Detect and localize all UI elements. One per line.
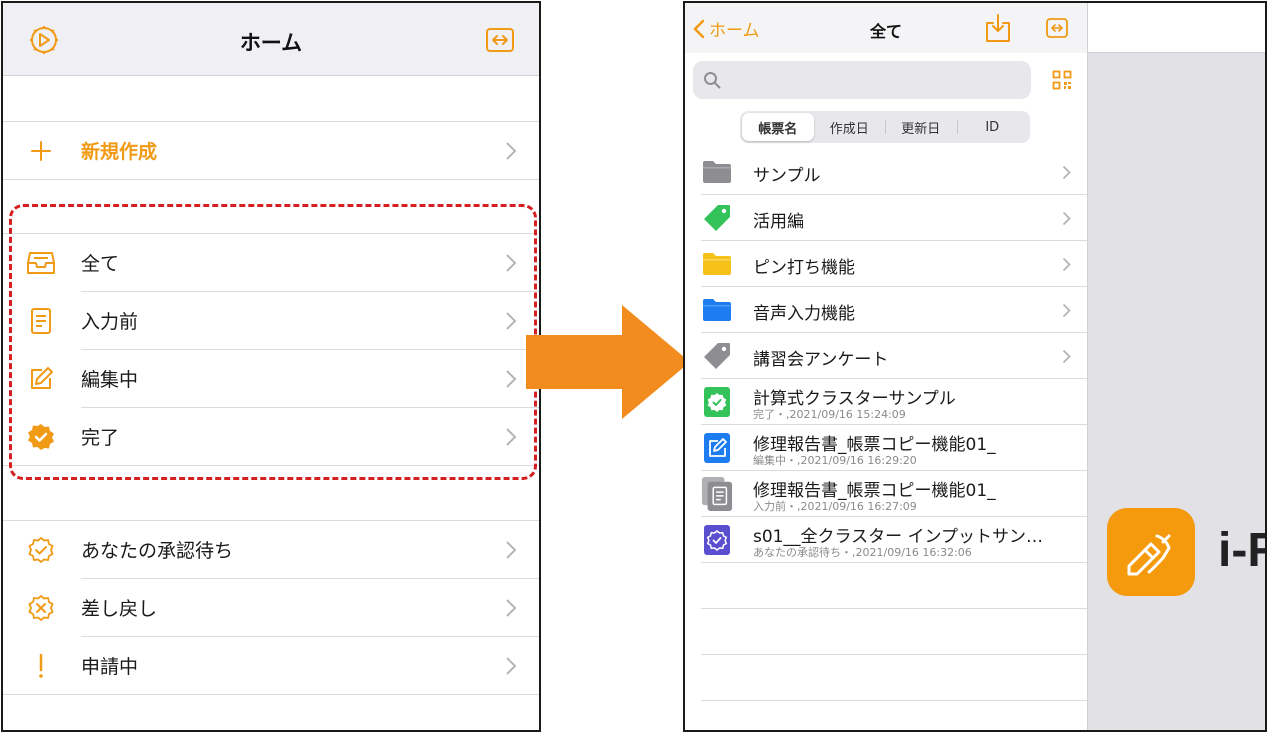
all-documents-panel: ホーム 全て 帳票名 作成日 更新日 ID サンプル 活用編 ピン打ち機能 音声… (683, 1, 1267, 732)
approval-item-label: 申請中 (81, 656, 139, 678)
status-item-all[interactable]: 全て (3, 234, 539, 292)
document-meta: 入力前・,2021/09/16 16:27:09 (753, 500, 917, 513)
segment-updated[interactable]: 更新日 (885, 113, 957, 141)
qr-code-icon[interactable] (1051, 69, 1073, 91)
app-name: i-R (1218, 524, 1265, 577)
detail-topbar (1088, 3, 1265, 53)
page-title: ホーム (239, 31, 303, 55)
check-badge-icon (25, 421, 57, 453)
segment-name[interactable]: 帳票名 (742, 113, 814, 141)
chevron-right-icon (1062, 211, 1071, 226)
chevron-right-icon (506, 428, 517, 446)
chevron-right-icon (1062, 349, 1071, 364)
divider (701, 562, 1087, 563)
plus-icon (25, 135, 57, 167)
approval-item-label: 差し戻し (81, 598, 158, 620)
edit-icon (25, 363, 57, 395)
folder-item[interactable]: 活用編 (701, 195, 1087, 241)
gray-tag-icon (701, 340, 733, 372)
folder-item[interactable]: サンプル (701, 149, 1087, 195)
folder-label: サンプル (753, 166, 821, 186)
right-arrow-icon (526, 305, 690, 419)
search-input[interactable] (693, 61, 1031, 99)
approval-item-returned[interactable]: 差し戻し (3, 579, 539, 637)
yellow-folder-icon (701, 248, 733, 280)
chevron-right-icon (506, 541, 517, 559)
home-navbar: ホーム (3, 3, 539, 76)
status-item-label: 完了 (81, 427, 120, 449)
divider (3, 694, 539, 695)
approval-item-awaiting[interactable]: あなたの承認待ち (3, 521, 539, 579)
chevron-right-icon (506, 254, 517, 272)
document-icon (25, 305, 57, 337)
search-icon (704, 72, 721, 89)
new-document-label: 新規作成 (81, 141, 158, 163)
expand-icon[interactable] (485, 27, 515, 53)
approval-doc-icon (701, 524, 733, 556)
status-item-label: 全て (81, 253, 120, 275)
home-panel: ホーム 新規作成 全て 入力前 編集中 完了 あなたの承認待ち 差し戻し 申請中 (1, 1, 541, 732)
document-item[interactable]: 修理報告書_帳票コピー機能01_ 入力前・,2021/09/16 16:27:0… (701, 471, 1087, 517)
folder-label: 活用編 (753, 212, 804, 232)
app-logo-icon (1107, 508, 1195, 596)
exclamation-icon (25, 650, 57, 682)
approval-item-applying[interactable]: 申請中 (3, 637, 539, 695)
gray-folder-icon (701, 156, 733, 188)
blue-folder-icon (701, 294, 733, 326)
chevron-right-icon (1062, 257, 1071, 272)
folder-label: 音声入力機能 (753, 304, 855, 324)
status-item-label: 編集中 (81, 369, 139, 391)
folder-item[interactable]: ピン打ち機能 (701, 241, 1087, 287)
divider (701, 608, 1087, 609)
status-item-before-input[interactable]: 入力前 (3, 292, 539, 350)
chevron-right-icon (1062, 165, 1071, 180)
folder-item[interactable]: 講習会アンケート (701, 333, 1087, 379)
chevron-right-icon (506, 657, 517, 675)
download-icon[interactable] (984, 13, 1012, 43)
divider (701, 654, 1087, 655)
segment-created[interactable]: 作成日 (814, 113, 886, 141)
chevron-right-icon (1062, 303, 1071, 318)
folder-item[interactable]: 音声入力機能 (701, 287, 1087, 333)
divider (3, 179, 539, 180)
inbox-icon (25, 247, 57, 279)
document-meta: 編集中・,2021/09/16 16:29:20 (753, 454, 917, 467)
status-item-editing[interactable]: 編集中 (3, 350, 539, 408)
list-navbar: ホーム 全て (685, 3, 1087, 53)
sort-segmented-control: 帳票名 作成日 更新日 ID (740, 111, 1030, 143)
check-seal-icon (25, 534, 57, 566)
status-item-label: 入力前 (81, 311, 139, 333)
folder-label: ピン打ち機能 (753, 258, 855, 278)
complete-doc-icon (701, 386, 733, 418)
document-meta: あなたの承認待ち・,2021/09/16 16:32:06 (753, 546, 972, 559)
chevron-right-icon (506, 312, 517, 330)
chevron-right-icon (506, 142, 517, 160)
document-item[interactable]: 修理報告書_帳票コピー機能01_ 編集中・,2021/09/16 16:29:2… (701, 425, 1087, 471)
status-item-complete[interactable]: 完了 (3, 408, 539, 466)
list-title: 全て (869, 22, 902, 41)
segment-id[interactable]: ID (956, 113, 1029, 141)
detail-pane: i-R (1087, 3, 1265, 730)
folder-label: 講習会アンケート (753, 350, 889, 370)
approval-item-label: あなたの承認待ち (81, 540, 234, 562)
document-meta: 完了・,2021/09/16 15:24:09 (753, 408, 906, 421)
new-document-row[interactable]: 新規作成 (3, 122, 539, 180)
x-seal-icon (25, 592, 57, 624)
document-list-pane: ホーム 全て 帳票名 作成日 更新日 ID サンプル 活用編 ピン打ち機能 音声… (685, 3, 1087, 730)
chevron-right-icon (506, 599, 517, 617)
divider (3, 465, 539, 466)
pending-doc-icon (701, 477, 733, 511)
green-tag-icon (701, 202, 733, 234)
expand-icon[interactable] (1045, 17, 1069, 39)
document-item[interactable]: 計算式クラスターサンプル 完了・,2021/09/16 15:24:09 (701, 379, 1087, 425)
chevron-right-icon (506, 370, 517, 388)
editing-doc-icon (701, 432, 733, 464)
divider (701, 700, 1087, 701)
document-item[interactable]: s01__全クラスター インプットサン… あなたの承認待ち・,2021/09/1… (701, 517, 1087, 563)
